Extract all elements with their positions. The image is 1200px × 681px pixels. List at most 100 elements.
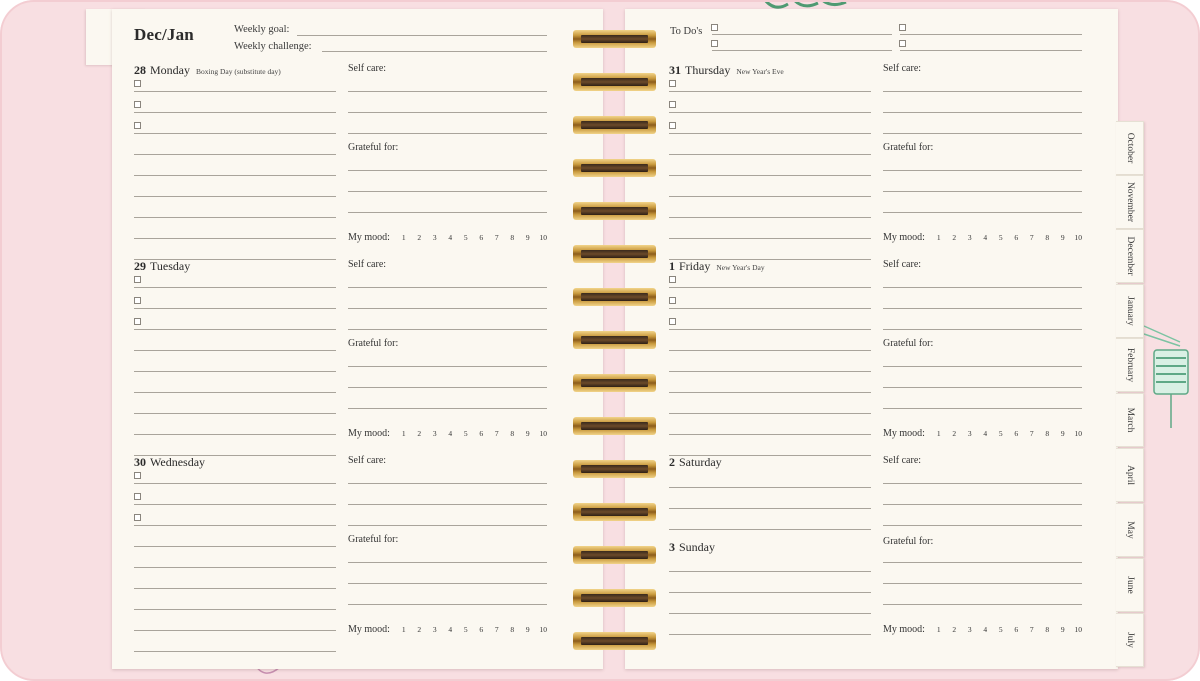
todo-checkbox[interactable] (899, 40, 906, 47)
mood-option[interactable]: 4 (977, 625, 993, 634)
write-line[interactable] (134, 196, 336, 197)
self-care-line[interactable] (348, 112, 547, 113)
write-line[interactable] (669, 508, 871, 509)
grateful-for-line[interactable] (348, 366, 547, 367)
write-line[interactable] (134, 630, 336, 631)
todo-checkbox[interactable] (899, 24, 906, 31)
write-line[interactable] (669, 217, 871, 218)
write-line[interactable] (669, 350, 871, 351)
mood-option[interactable]: 4 (977, 429, 993, 438)
mood-option[interactable]: 6 (1008, 233, 1024, 242)
todo-line[interactable] (712, 34, 892, 35)
write-line[interactable] (669, 592, 871, 593)
task-checkbox[interactable] (669, 297, 676, 304)
write-line[interactable] (134, 217, 336, 218)
write-line[interactable] (669, 308, 871, 309)
mood-option[interactable]: 10 (1070, 233, 1086, 242)
mood-option[interactable]: 7 (1024, 233, 1040, 242)
write-line[interactable] (134, 504, 336, 505)
write-line[interactable] (134, 91, 336, 92)
mood-option[interactable]: 2 (946, 233, 962, 242)
grateful-for-line[interactable] (883, 562, 1082, 563)
month-tab-april[interactable]: April (1116, 448, 1144, 502)
month-tab-january[interactable]: January (1116, 284, 1144, 338)
write-line[interactable] (669, 613, 871, 614)
mood-option[interactable]: 5 (993, 625, 1009, 634)
mood-option[interactable]: 2 (411, 429, 427, 438)
grateful-for-line[interactable] (348, 212, 547, 213)
mood-option[interactable]: 1 (396, 429, 412, 438)
mood-option[interactable]: 7 (1024, 429, 1040, 438)
mood-option[interactable]: 10 (1070, 429, 1086, 438)
month-tab-july[interactable]: July (1116, 613, 1144, 667)
mood-option[interactable]: 4 (442, 625, 458, 634)
grateful-for-line[interactable] (883, 191, 1082, 192)
grateful-for-line[interactable] (348, 562, 547, 563)
mood-option[interactable]: 8 (504, 625, 520, 634)
write-line[interactable] (134, 350, 336, 351)
month-tab-october[interactable]: October (1116, 121, 1144, 175)
todo-line[interactable] (900, 34, 1082, 35)
mood-option[interactable]: 4 (442, 429, 458, 438)
self-care-line[interactable] (883, 287, 1082, 288)
write-line[interactable] (134, 154, 336, 155)
mood-option[interactable]: 1 (931, 429, 947, 438)
mood-option[interactable]: 3 (427, 429, 443, 438)
mood-option[interactable]: 10 (535, 429, 551, 438)
mood-option[interactable]: 8 (504, 429, 520, 438)
task-checkbox[interactable] (134, 101, 141, 108)
write-line[interactable] (669, 175, 871, 176)
mood-option[interactable]: 7 (489, 625, 505, 634)
write-line[interactable] (134, 175, 336, 176)
write-line[interactable] (669, 196, 871, 197)
write-line[interactable] (669, 133, 871, 134)
write-line[interactable] (669, 287, 871, 288)
grateful-for-line[interactable] (883, 212, 1082, 213)
mood-option[interactable]: 9 (520, 233, 536, 242)
mood-option[interactable]: 9 (1055, 429, 1071, 438)
write-line[interactable] (669, 238, 871, 239)
write-line[interactable] (134, 434, 336, 435)
mood-option[interactable]: 10 (535, 233, 551, 242)
weekly-goal-line[interactable] (297, 35, 547, 36)
write-line[interactable] (669, 634, 871, 635)
grateful-for-line[interactable] (348, 604, 547, 605)
task-checkbox[interactable] (134, 493, 141, 500)
mood-option[interactable]: 2 (946, 625, 962, 634)
mood-option[interactable]: 10 (1070, 625, 1086, 634)
task-checkbox[interactable] (669, 276, 676, 283)
write-line[interactable] (669, 371, 871, 372)
write-line[interactable] (134, 133, 336, 134)
write-line[interactable] (669, 434, 871, 435)
write-line[interactable] (134, 413, 336, 414)
grateful-for-line[interactable] (348, 170, 547, 171)
mood-option[interactable]: 5 (458, 625, 474, 634)
task-checkbox[interactable] (134, 122, 141, 129)
write-line[interactable] (134, 308, 336, 309)
write-line[interactable] (669, 91, 871, 92)
mood-option[interactable]: 6 (1008, 625, 1024, 634)
self-care-line[interactable] (883, 504, 1082, 505)
mood-option[interactable]: 7 (1024, 625, 1040, 634)
mood-option[interactable]: 2 (411, 233, 427, 242)
write-line[interactable] (669, 154, 871, 155)
self-care-line[interactable] (883, 525, 1082, 526)
write-line[interactable] (669, 529, 871, 530)
mood-option[interactable]: 1 (396, 625, 412, 634)
write-line[interactable] (669, 487, 871, 488)
mood-option[interactable]: 7 (489, 429, 505, 438)
mood-option[interactable]: 8 (1039, 625, 1055, 634)
month-tab-may[interactable]: May (1116, 503, 1144, 557)
mood-option[interactable]: 3 (427, 233, 443, 242)
write-line[interactable] (134, 371, 336, 372)
write-line[interactable] (669, 392, 871, 393)
self-care-line[interactable] (883, 329, 1082, 330)
grateful-for-line[interactable] (883, 366, 1082, 367)
write-line[interactable] (134, 588, 336, 589)
mood-option[interactable]: 1 (396, 233, 412, 242)
task-checkbox[interactable] (134, 297, 141, 304)
mood-option[interactable]: 8 (1039, 429, 1055, 438)
write-line[interactable] (134, 392, 336, 393)
grateful-for-line[interactable] (883, 408, 1082, 409)
task-checkbox[interactable] (134, 472, 141, 479)
